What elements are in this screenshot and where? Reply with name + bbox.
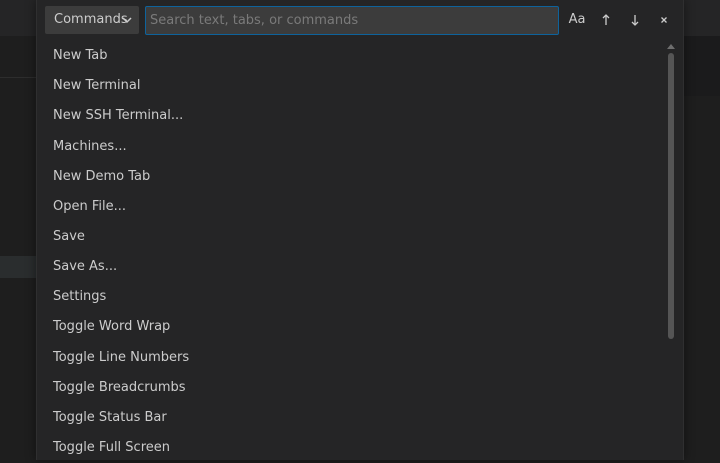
search-box bbox=[145, 6, 559, 35]
command-label: New SSH Terminal... bbox=[53, 108, 184, 123]
background-right-panel bbox=[684, 36, 720, 96]
command-label: Toggle Breadcrumbs bbox=[53, 380, 186, 395]
close-button[interactable] bbox=[652, 8, 676, 32]
command-label: Save As... bbox=[53, 259, 118, 274]
command-item[interactable]: New SSH Terminal... bbox=[37, 101, 657, 131]
command-item[interactable]: Toggle Line Numbers bbox=[37, 343, 657, 373]
command-item[interactable]: Save bbox=[37, 222, 657, 252]
scrollbar[interactable] bbox=[665, 41, 677, 460]
mode-select-label: Commands bbox=[54, 12, 128, 27]
command-item[interactable]: Toggle Full Screen bbox=[37, 433, 657, 463]
command-label: Toggle Status Bar bbox=[53, 410, 167, 425]
command-label: New Demo Tab bbox=[53, 169, 151, 184]
search-input[interactable] bbox=[146, 7, 558, 34]
match-case-button[interactable]: Aa bbox=[565, 8, 589, 32]
command-item[interactable]: Toggle Word Wrap bbox=[37, 312, 657, 342]
command-item[interactable]: Toggle Status Bar bbox=[37, 403, 657, 433]
close-icon bbox=[661, 17, 667, 23]
command-item[interactable]: Open File... bbox=[37, 192, 657, 222]
command-label: Toggle Full Screen bbox=[53, 440, 170, 455]
arrow-up-icon bbox=[602, 14, 610, 25]
mode-select[interactable]: Commands bbox=[45, 6, 139, 34]
background-selected-row bbox=[0, 256, 36, 278]
command-label: Toggle Line Numbers bbox=[53, 350, 190, 365]
palette-toolbar: Commands Aa bbox=[37, 0, 685, 40]
next-match-button[interactable] bbox=[623, 8, 647, 32]
command-item[interactable]: Save As... bbox=[37, 252, 657, 282]
command-label: New Terminal bbox=[53, 78, 141, 93]
command-list: New Tab New Terminal New SSH Terminal...… bbox=[37, 41, 667, 460]
command-label: Settings bbox=[53, 289, 107, 304]
command-label: Open File... bbox=[53, 199, 127, 214]
command-item[interactable]: Toggle Breadcrumbs bbox=[37, 373, 657, 403]
command-item[interactable]: Settings bbox=[37, 282, 657, 312]
command-label: Machines... bbox=[53, 139, 127, 154]
scroll-up-arrow-icon[interactable] bbox=[667, 43, 675, 49]
command-item[interactable]: New Demo Tab bbox=[37, 162, 657, 192]
command-item[interactable]: New Tab bbox=[37, 41, 657, 71]
command-label: Save bbox=[53, 229, 85, 244]
command-label: Toggle Word Wrap bbox=[53, 319, 171, 334]
command-item[interactable]: New Terminal bbox=[37, 71, 657, 101]
arrow-down-icon bbox=[631, 15, 639, 26]
previous-match-button[interactable] bbox=[594, 8, 618, 32]
match-case-label: Aa bbox=[568, 12, 586, 27]
command-label: New Tab bbox=[53, 48, 108, 63]
command-item[interactable]: Machines... bbox=[37, 132, 657, 162]
scrollbar-thumb[interactable] bbox=[668, 53, 674, 339]
command-palette: Commands Aa bbox=[36, 0, 684, 460]
chevron-down-icon bbox=[122, 17, 132, 24]
